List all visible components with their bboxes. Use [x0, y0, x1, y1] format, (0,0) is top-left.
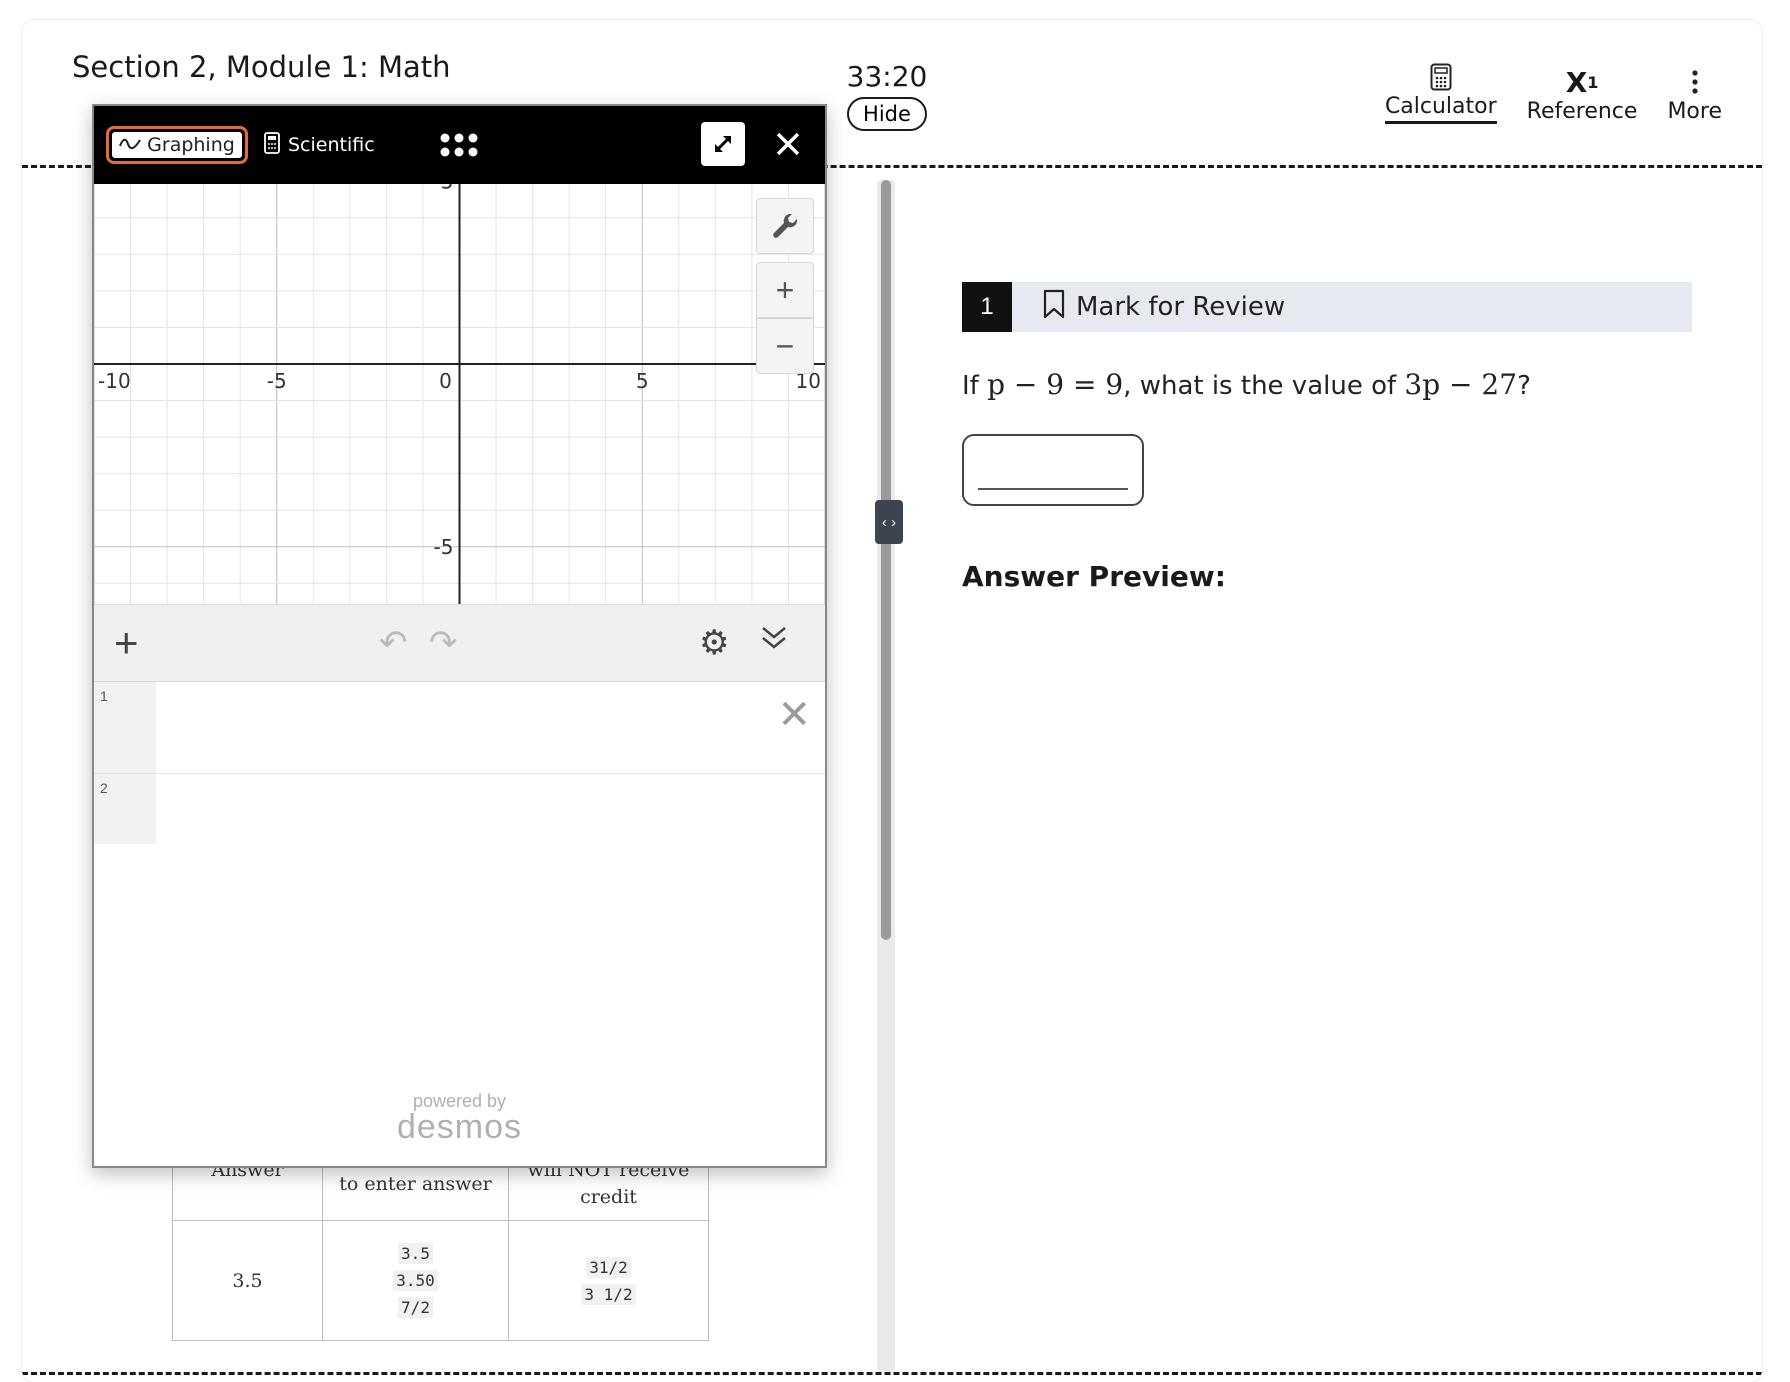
- more-label: More: [1667, 99, 1722, 124]
- expression-row[interactable]: 2: [94, 774, 825, 866]
- answer-preview-label: Answer Preview:: [962, 560, 1226, 593]
- unacceptable-value: 3 1/2: [581, 1283, 636, 1305]
- left-pane-scrollbar[interactable]: [877, 180, 895, 1372]
- hide-timer-button[interactable]: Hide: [847, 97, 927, 131]
- undo-icon[interactable]: ↶: [379, 623, 408, 663]
- x-tick-label: -10: [98, 369, 131, 393]
- superscript-icon: X1: [1565, 65, 1599, 99]
- close-icon: [776, 132, 800, 156]
- desmos-logo: powered by desmos: [94, 1091, 825, 1147]
- calculator-panel[interactable]: Graphing Scientific -10-505105-5: [92, 104, 827, 1168]
- zoom-out-button[interactable]: −: [756, 318, 814, 374]
- acceptable-value: 3.50: [393, 1270, 438, 1291]
- expression-index: 2: [94, 774, 156, 844]
- y-tick-label: -5: [434, 535, 454, 559]
- calculator-icon: [1430, 60, 1452, 94]
- acceptable-value: 7/2: [398, 1297, 433, 1318]
- tab-graphing[interactable]: Graphing: [106, 126, 248, 164]
- bookmark-icon: [1042, 289, 1066, 326]
- graph-wave-icon: [119, 134, 142, 156]
- footer-divider: [22, 1372, 1762, 1375]
- more-tool[interactable]: More: [1667, 65, 1722, 124]
- expression-row[interactable]: 1 ✕: [94, 682, 825, 774]
- calculator-tool[interactable]: Calculator: [1384, 60, 1497, 124]
- unacceptable-value: 31/2: [586, 1256, 631, 1278]
- reference-label: Reference: [1526, 99, 1638, 124]
- expression-toolbar: + ↶ ↷ ⚙: [94, 604, 825, 682]
- question-suffix: ?: [1517, 371, 1531, 401]
- question-prefix: If: [962, 371, 988, 401]
- timer-block: 33:20 Hide: [845, 60, 929, 131]
- tab-scientific-label: Scientific: [288, 134, 375, 156]
- acceptable-value: 3.5: [398, 1243, 433, 1264]
- answer-input-underline: [978, 488, 1128, 490]
- vertical-dots-icon: [1691, 65, 1699, 99]
- question-number: 1: [962, 282, 1012, 332]
- redo-icon[interactable]: ↷: [429, 623, 458, 663]
- reference-tool[interactable]: X1 Reference: [1526, 65, 1638, 125]
- table-row: 3.5 3.5 3.50 7/2 31/2 3 1/2: [172, 1220, 709, 1341]
- collapse-list-icon[interactable]: [759, 623, 789, 661]
- question-text: If p − 9 = 9, what is the value of 3p − …: [962, 368, 1531, 401]
- add-expression-button[interactable]: +: [114, 619, 139, 667]
- toolbar: Calculator X1 Reference More: [1384, 60, 1722, 125]
- scrollbar-thumb[interactable]: [881, 180, 891, 940]
- question-middle: , what is the value of: [1123, 371, 1405, 401]
- desmos-brand-text: desmos: [396, 1108, 523, 1146]
- graph-canvas[interactable]: -10-505105-5: [94, 184, 825, 604]
- close-calculator-button[interactable]: [766, 122, 810, 166]
- answer-input[interactable]: [962, 434, 1144, 506]
- x-tick-label: 5: [636, 369, 649, 393]
- question-equation: p − 9 = 9: [987, 368, 1124, 401]
- mark-for-review-button[interactable]: Mark for Review: [1042, 289, 1285, 326]
- test-page: Section 2, Module 1: Math 33:20 Hide Cal…: [22, 20, 1762, 1382]
- expand-button[interactable]: [701, 122, 745, 166]
- table-cell-unacceptable: 31/2 3 1/2: [508, 1220, 709, 1341]
- table-cell-acceptable: 3.5 3.50 7/2: [322, 1220, 509, 1341]
- calculator-label: Calculator: [1384, 94, 1497, 124]
- graph-controls: + −: [756, 198, 814, 374]
- expand-icon: [714, 135, 732, 153]
- expression-index: 1: [94, 682, 156, 773]
- calculator-icon: [264, 131, 280, 159]
- question-expression: 3p − 27: [1404, 368, 1518, 401]
- graph-settings-button[interactable]: [756, 198, 814, 254]
- wrench-icon: [773, 213, 798, 238]
- timer: 33:20: [846, 60, 928, 93]
- gear-icon[interactable]: ⚙: [699, 623, 729, 663]
- pane-resize-handle[interactable]: ‹ ›: [875, 500, 903, 544]
- table-cell-answer: 3.5: [172, 1220, 323, 1341]
- x-tick-label: 0: [439, 369, 452, 393]
- section-title: Section 2, Module 1: Math: [72, 50, 451, 84]
- tab-graphing-label: Graphing: [147, 134, 235, 156]
- keypad-grid-icon[interactable]: [439, 130, 479, 160]
- question-header-bar: 1 Mark for Review: [962, 282, 1692, 332]
- calculator-titlebar[interactable]: Graphing Scientific: [94, 106, 825, 184]
- mark-for-review-label: Mark for Review: [1076, 292, 1286, 322]
- tab-scientific[interactable]: Scientific: [264, 128, 375, 162]
- x-tick-label: -5: [267, 369, 287, 393]
- y-tick-label: 5: [441, 184, 454, 193]
- delete-expression-icon[interactable]: ✕: [777, 692, 811, 738]
- zoom-in-button[interactable]: +: [756, 262, 814, 318]
